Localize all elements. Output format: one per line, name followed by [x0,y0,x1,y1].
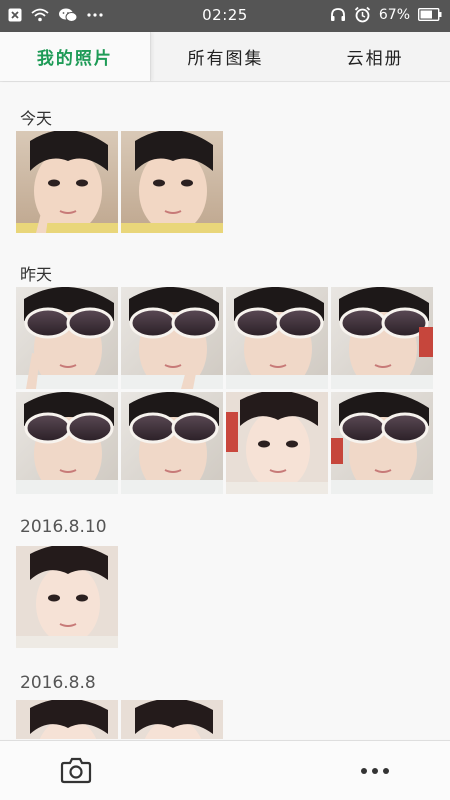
tab-cloud-album[interactable]: 云相册 [300,32,450,81]
tab-bar: 我的照片 所有图集 云相册 [0,32,450,82]
battery-percent: 67% [378,6,410,23]
photo-thumbnail[interactable] [331,392,433,494]
section-title-2016-8-10: 2016.8.10 [20,517,107,537]
headphone-icon [330,7,346,22]
tab-all-albums[interactable]: 所有图集 [151,32,301,81]
bottom-toolbar [0,740,450,800]
photo-thumbnail[interactable] [16,700,118,739]
photo-thumbnail[interactable] [121,700,223,739]
photo-thumbnail[interactable] [226,392,328,494]
photo-thumbnail[interactable] [16,287,118,389]
alarm-icon [354,6,371,23]
status-bar: 02:25 67% [0,0,450,32]
photo-thumbnail[interactable] [121,392,223,494]
photo-grid-2016-8-10 [16,546,433,648]
photo-thumbnail[interactable] [226,287,328,389]
section-title-today: 今天 [20,109,53,128]
more-button[interactable] [358,759,392,783]
section-title-2016-8-8: 2016.8.8 [20,673,96,693]
photo-grid-yesterday [16,287,433,494]
photo-thumbnail[interactable] [121,287,223,389]
more-icon-dot [361,768,367,774]
camera-icon [60,755,92,785]
photo-thumbnail[interactable] [121,131,223,233]
photo-grid-today [16,131,433,233]
photo-thumbnail[interactable] [16,546,118,648]
photo-thumbnail[interactable] [16,392,118,494]
photo-grid-2016-8-8 [16,700,433,739]
section-title-yesterday: 昨天 [20,265,53,284]
photo-timeline[interactable]: 今天 昨天 2016.8.10 2016.8.8 [0,83,450,739]
photo-thumbnail[interactable] [331,287,433,389]
photo-thumbnail[interactable] [16,131,118,233]
camera-button[interactable] [60,755,92,785]
more-icon-dot [383,768,389,774]
tab-my-photos[interactable]: 我的照片 [0,32,151,81]
status-right-icons: 67% [330,6,442,23]
battery-icon [418,8,442,21]
more-icon-dot [372,768,378,774]
